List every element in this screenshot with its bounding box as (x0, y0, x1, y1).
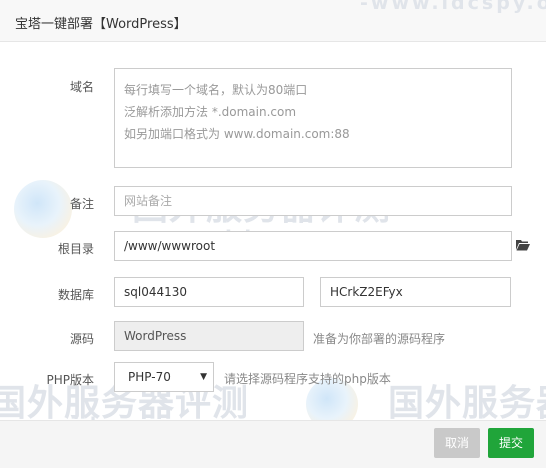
dialog-title-bar: 宝塔一键部署【WordPress】 (0, 0, 546, 42)
domain-placeholder-line-1: 每行填写一个域名，默认为80端口 (124, 83, 308, 97)
domain-placeholder-line-3: 如另加端口格式为 www.domain.com:88 (124, 127, 350, 141)
php-version-select[interactable]: PHP-70 ▼ (114, 362, 214, 392)
domain-textarea[interactable]: 每行填写一个域名，默认为80端口 泛解析添加方法 *.domain.com 如另… (114, 68, 512, 168)
php-version-hint: 请选择源码程序支持的php版本 (224, 372, 391, 386)
database-name-input[interactable]: sql044130 (114, 277, 304, 307)
source-hint: 准备为你部署的源码程序 (313, 332, 446, 346)
submit-button[interactable]: 提交 (488, 428, 534, 458)
domain-label: 域名 (69, 80, 94, 94)
database-name-value: sql044130 (124, 285, 188, 299)
database-label: 数据库 (57, 288, 94, 302)
database-password-value: HCrkZ2EFyx (330, 285, 403, 299)
domain-placeholder-line-2: 泛解析添加方法 *.domain.com (124, 105, 297, 119)
php-version-label: PHP版本 (46, 373, 95, 387)
watermark-text-bottom-right: 国外服务器评测 (388, 383, 546, 424)
remark-label: 备注 (69, 197, 94, 211)
root-dir-value: /www/wwwroot (124, 239, 216, 253)
remark-input[interactable]: 网站备注 (114, 186, 512, 216)
database-password-input[interactable]: HCrkZ2EFyx (320, 277, 511, 307)
chevron-down-icon: ▼ (200, 372, 207, 382)
folder-open-icon[interactable] (516, 239, 530, 251)
root-dir-input[interactable]: /www/wwwroot (114, 231, 512, 261)
dialog-title: 宝塔一键部署【WordPress】 (15, 17, 187, 32)
remark-placeholder: 网站备注 (124, 194, 173, 208)
source-input: WordPress (114, 321, 304, 351)
root-dir-label: 根目录 (57, 242, 94, 256)
php-version-selected: PHP-70 (128, 370, 171, 384)
source-value: WordPress (124, 329, 187, 343)
source-label: 源码 (69, 332, 94, 346)
cancel-button[interactable]: 取消 (434, 428, 480, 458)
